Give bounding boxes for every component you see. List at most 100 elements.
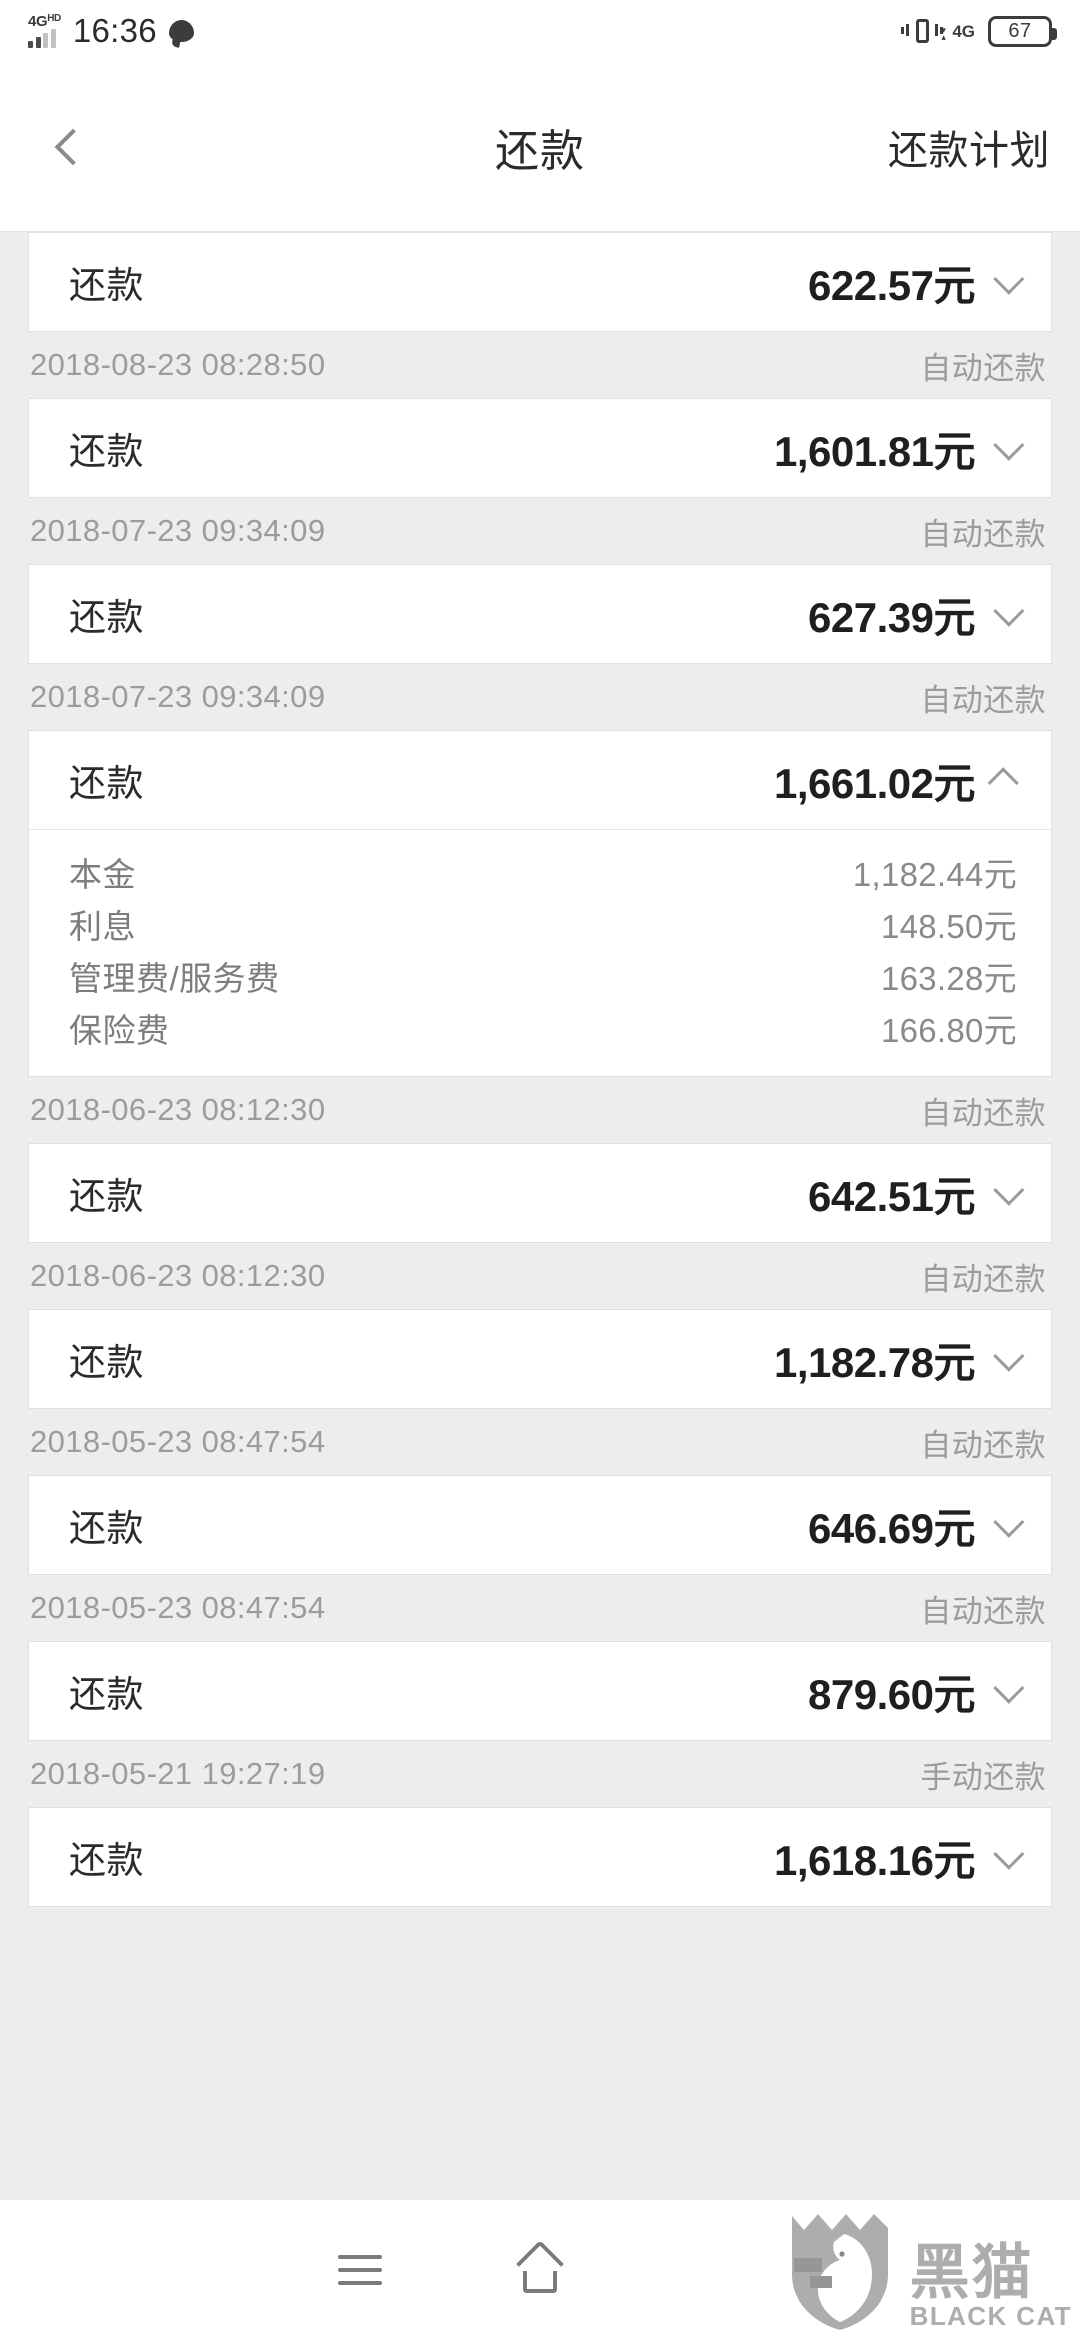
repayment-meta-row: 2018-06-23 08:12:30 自动还款: [0, 1077, 1080, 1143]
repayment-card-label: 还款: [69, 763, 144, 804]
repayment-card[interactable]: 还款 646.69元: [28, 1475, 1052, 1575]
repayment-card-header[interactable]: 还款 646.69元: [29, 1476, 1051, 1574]
repayment-card-label: 还款: [69, 1508, 144, 1549]
breakdown-label: 管理费/服务费: [69, 960, 280, 997]
repayment-type: 手动还款: [920, 1759, 1046, 1795]
menu-icon: [338, 2255, 382, 2285]
chat-bubble-icon: [168, 20, 194, 42]
chevron-down-icon[interactable]: [993, 595, 1025, 627]
repayment-card-label: 还款: [69, 597, 144, 638]
repayment-card[interactable]: 还款 642.51元: [28, 1143, 1052, 1243]
repayment-card[interactable]: 还款 1,661.02元 本金 1,182.44元 利息 148.50元 管理费/服务费 16…: [28, 730, 1052, 1077]
repayment-amount: 1,182.78元: [774, 1338, 976, 1386]
status-bar-left: 4GHD 16:36: [28, 12, 194, 50]
repayment-card-amount-group: 879.60元: [808, 1661, 1025, 1722]
repayment-amount: 622.57元: [808, 261, 975, 309]
repayment-card-amount-group: 1,661.02元: [774, 750, 1019, 811]
repayment-card-amount-group: 622.57元: [808, 252, 1025, 313]
repayment-card-amount-group: 1,618.16元: [774, 1827, 1025, 1888]
repayment-type: 自动还款: [920, 1095, 1046, 1131]
repayment-card-header[interactable]: 还款 879.60元: [29, 1642, 1051, 1740]
repayment-card-label: 还款: [69, 1342, 144, 1383]
repayment-type: 自动还款: [920, 1593, 1046, 1629]
repayment-type: 自动还款: [920, 350, 1046, 386]
repayment-card[interactable]: 还款 879.60元: [28, 1641, 1052, 1741]
home-button[interactable]: [450, 2200, 630, 2340]
repayment-meta-row: 2018-05-23 08:47:54 自动还款: [0, 1575, 1080, 1641]
data-network-icon: ▾ ▴ 4G: [941, 21, 975, 42]
watermark-text: 黑猫 BLACK CAT: [909, 2239, 1072, 2332]
status-clock: 16:36: [72, 12, 157, 49]
chevron-down-icon[interactable]: [993, 1838, 1025, 1870]
repayment-date: 2018-07-23 09:34:09: [30, 679, 326, 714]
repayment-date: 2018-05-23 08:47:54: [30, 1590, 326, 1625]
black-cat-watermark: 黑猫 BLACK CAT: [788, 2208, 1072, 2332]
signal-bars-icon: [28, 29, 56, 48]
repayment-card[interactable]: 还款 1,618.16元: [28, 1807, 1052, 1907]
network-type-label: 4GHD: [28, 13, 61, 30]
repayment-card-header[interactable]: 还款 1,661.02元: [29, 731, 1051, 829]
signal-indicator: 4GHD: [28, 14, 61, 48]
repayment-card-header[interactable]: 还款 627.39元: [29, 565, 1051, 663]
repayment-card-amount-group: 627.39元: [808, 584, 1025, 645]
repayment-card-label: 还款: [69, 1176, 144, 1217]
repayment-amount: 1,661.02元: [774, 759, 976, 807]
chevron-down-icon[interactable]: [993, 1672, 1025, 1704]
repayment-card[interactable]: 还款 1,182.78元: [28, 1309, 1052, 1409]
repayment-card[interactable]: 还款 1,601.81元: [28, 398, 1052, 498]
breakdown-row: 保险费 166.80元: [69, 1002, 1017, 1054]
repayment-plan-button[interactable]: 还款计划: [888, 118, 1050, 176]
repayment-card-amount-group: 646.69元: [808, 1495, 1025, 1556]
repayment-amount: 879.60元: [808, 1670, 975, 1718]
breakdown-value: 163.28元: [880, 960, 1017, 997]
repayment-card[interactable]: 还款 622.57元: [28, 232, 1052, 332]
chevron-down-icon[interactable]: [993, 1340, 1025, 1372]
repayment-card-label: 还款: [69, 1674, 144, 1715]
watermark-en-label: BLACK CAT: [909, 2301, 1072, 2331]
battery-percent-label: 67: [1008, 19, 1032, 42]
repayment-amount: 1,601.81元: [774, 427, 976, 475]
home-icon: [515, 2239, 565, 2293]
repayment-card-header[interactable]: 还款 642.51元: [29, 1144, 1051, 1242]
repayment-card-header[interactable]: 还款 1,601.81元: [29, 399, 1051, 497]
repayment-meta-row: 2018-06-23 08:12:30 自动还款: [0, 1243, 1080, 1309]
repayment-type: 自动还款: [920, 1261, 1046, 1297]
repayment-amount: 627.39元: [808, 593, 975, 641]
repayment-card-header[interactable]: 还款 1,618.16元: [29, 1808, 1051, 1906]
repayment-card-amount-group: 1,182.78元: [774, 1329, 1025, 1390]
chevron-down-icon[interactable]: [993, 1174, 1025, 1206]
repayment-card-header[interactable]: 还款 622.57元: [29, 233, 1051, 331]
repayment-date: 2018-05-21 19:27:19: [30, 1756, 326, 1791]
repayment-meta-row: 2018-08-23 08:28:50 自动还款: [0, 332, 1080, 398]
breakdown-label: 利息: [69, 908, 136, 945]
breakdown-value: 148.50元: [880, 908, 1017, 945]
repayment-card-label: 还款: [69, 1840, 144, 1881]
repayment-meta-row: 2018-05-21 19:27:19 手动还款: [0, 1741, 1080, 1807]
breakdown-label: 本金: [69, 856, 136, 893]
battery-icon: 67: [988, 15, 1057, 47]
repayment-type: 自动还款: [920, 682, 1046, 718]
breakdown-label: 保险费: [69, 1012, 170, 1049]
repayment-date: 2018-05-23 08:47:54: [30, 1424, 326, 1459]
repayment-meta-row: 2018-05-23 08:47:54 自动还款: [0, 1409, 1080, 1475]
breakdown-row: 管理费/服务费 163.28元: [69, 950, 1017, 1002]
repayment-date: 2018-06-23 08:12:30: [30, 1092, 326, 1127]
repayment-meta-row: 2018-07-23 09:34:09 自动还款: [0, 664, 1080, 730]
recents-button[interactable]: [270, 2200, 450, 2340]
repayment-card-amount-group: 1,601.81元: [774, 418, 1025, 479]
repayment-card-label: 还款: [69, 431, 144, 472]
repayment-amount: 646.69元: [808, 1504, 975, 1552]
chevron-down-icon[interactable]: [993, 429, 1025, 461]
watermark-cn-label: 黑猫: [909, 2239, 1034, 2306]
repayment-card[interactable]: 还款 627.39元: [28, 564, 1052, 664]
repayment-date: 2018-07-23 09:34:09: [30, 513, 326, 548]
chevron-up-icon[interactable]: [987, 767, 1019, 799]
repayment-list[interactable]: 还款 622.57元 2018-08-23 08:28:50 自动还款 还款 1,601.…: [0, 232, 1080, 2200]
chevron-down-icon[interactable]: [993, 1506, 1025, 1538]
breakdown-row: 利息 148.50元: [69, 898, 1017, 950]
repayment-card-label: 还款: [69, 265, 144, 306]
chevron-down-icon[interactable]: [993, 263, 1025, 295]
repayment-card-header[interactable]: 还款 1,182.78元: [29, 1310, 1051, 1408]
phone-screen: 4GHD 16:36 ▾ ▴ 4G 67 还款 还款计划 还款 622.57元 …: [0, 0, 1080, 2340]
